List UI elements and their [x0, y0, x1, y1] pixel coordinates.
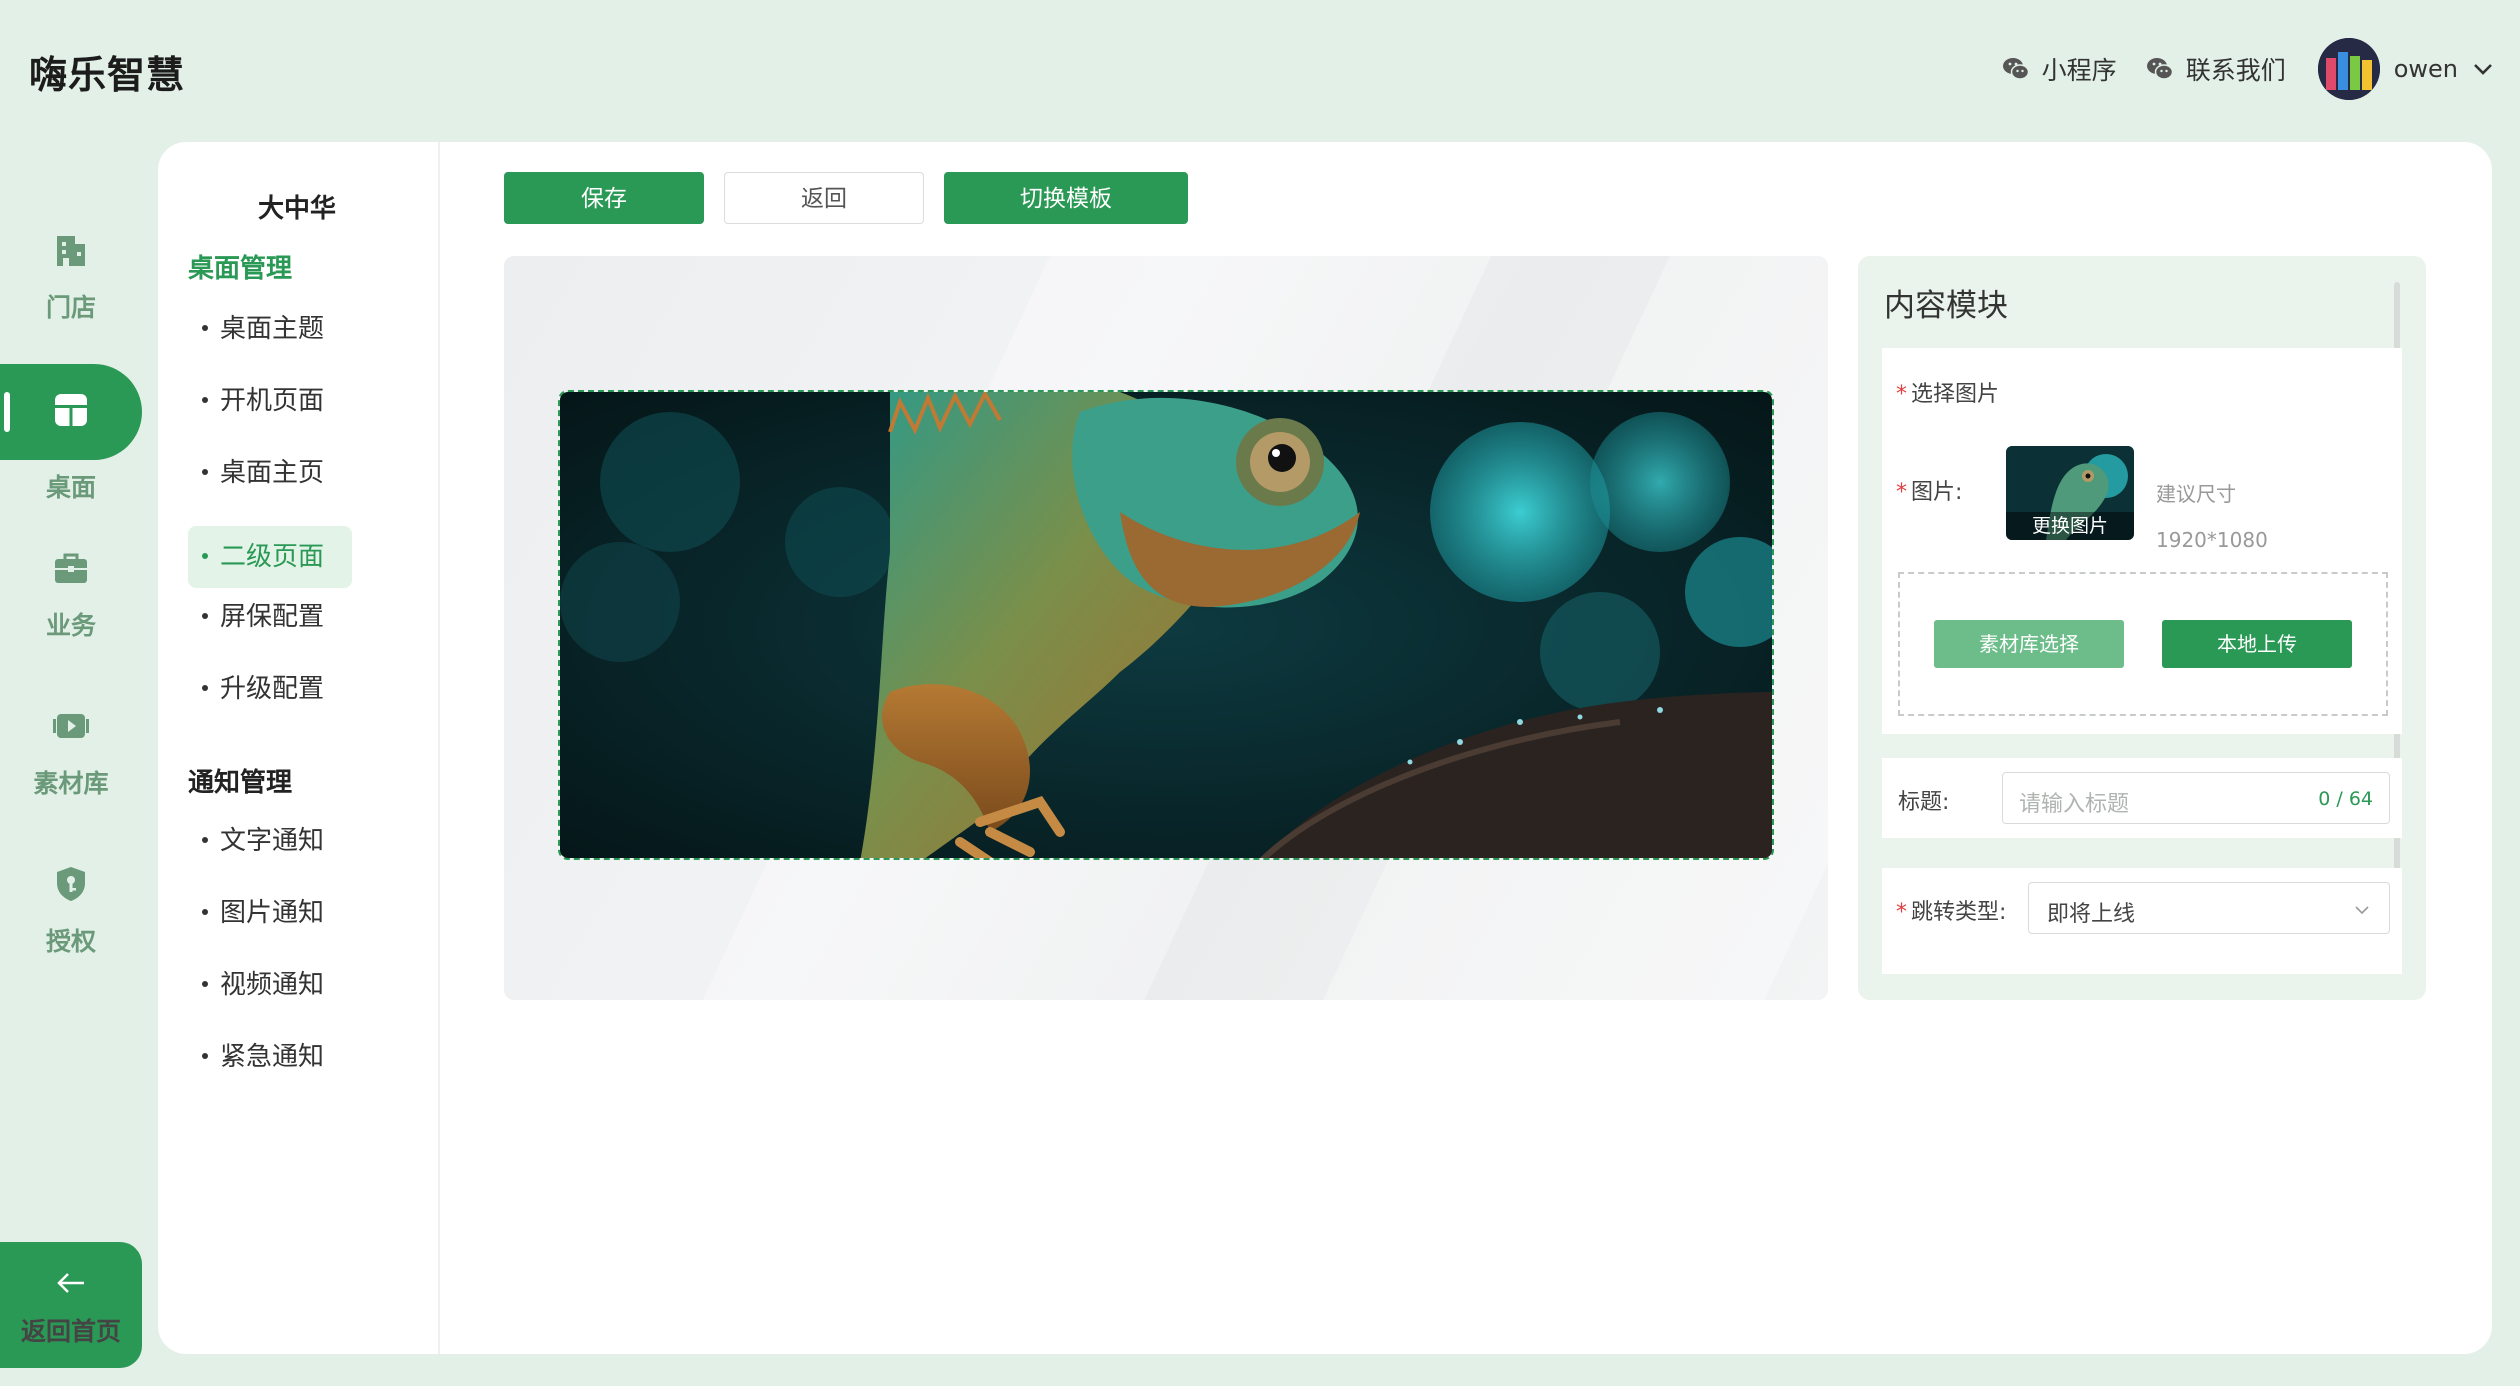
rail-label-library: 素材库 [33, 769, 109, 798]
jump-type-select[interactable]: 即将上线 [2028, 882, 2390, 934]
nav-item-label: 桌面主题 [220, 314, 325, 344]
preview-area [504, 256, 1828, 1000]
rail-item-business[interactable]: 业务 [0, 548, 142, 642]
group-title-notify: 通知管理 [188, 768, 293, 798]
nav-item-label: 紧急通知 [220, 1042, 325, 1072]
rail-item-auth[interactable]: 授权 [0, 864, 142, 958]
size-value: 1920*1080 [2156, 528, 2268, 552]
image-field-text: 图片: [1911, 480, 1963, 505]
wechat-icon [2146, 58, 2173, 80]
back-button[interactable]: 返回 [724, 172, 924, 224]
contact-link[interactable]: 联系我们 [2146, 51, 2286, 87]
image-field-label: * 图片: [1896, 474, 1962, 506]
library-select-button[interactable]: 素材库选择 [1934, 620, 2124, 668]
size-hint: 建议尺寸 [2156, 482, 2236, 506]
nav-item-secondary-page[interactable]: 二级页面 [188, 526, 352, 588]
header-actions: 小程序 联系我们 owen [1973, 38, 2496, 100]
change-image-label: 更换图片 [2006, 512, 2134, 540]
rail-label-desktop: 桌面 [45, 473, 96, 502]
image-thumbnail[interactable]: 更换图片 [2006, 446, 2134, 540]
mini-program-label: 小程序 [2041, 56, 2117, 85]
bullet-dot [202, 908, 208, 915]
bullet-dot [202, 324, 208, 331]
jump-type-text: 跳转类型: [1911, 900, 2007, 925]
nav-item-label: 升级配置 [220, 674, 325, 704]
app-title: 嗨乐智慧 [29, 53, 186, 97]
building-icon [57, 236, 85, 266]
save-button[interactable]: 保存 [504, 172, 704, 224]
user-name[interactable]: owen [2394, 55, 2458, 83]
nav-item-desktop-home[interactable]: 桌面主页 [188, 442, 352, 504]
title-char-count: 0 / 64 [2318, 788, 2373, 810]
required-mark: * [1896, 900, 1907, 925]
nav-item-desktop-theme[interactable]: 桌面主题 [188, 298, 352, 360]
rail-label-store: 门店 [45, 293, 96, 322]
shield-key-icon [57, 867, 85, 901]
video-library-icon [53, 714, 89, 738]
local-upload-button[interactable]: 本地上传 [2162, 620, 2352, 668]
jump-type-label: * 跳转类型: [1896, 894, 2006, 926]
store-name: 大中华 [258, 194, 337, 224]
chameleon-image [560, 392, 1772, 858]
chevron-down-icon[interactable] [2470, 56, 2496, 82]
select-image-text: 选择图片 [1911, 382, 2000, 407]
nav-item-boot-page[interactable]: 开机页面 [188, 370, 352, 432]
bullet-dot [202, 468, 208, 475]
mini-program-link[interactable]: 小程序 [2002, 51, 2117, 87]
group-title-desktop: 桌面管理 [188, 254, 293, 284]
required-mark: * [1896, 480, 1907, 505]
arrow-left-icon [57, 1273, 84, 1293]
contact-label: 联系我们 [2185, 56, 2286, 85]
bullet-dot [202, 684, 208, 691]
nav-item-text-notice[interactable]: 文字通知 [188, 810, 352, 872]
briefcase-icon [55, 553, 87, 583]
nav-item-label: 桌面主页 [220, 458, 325, 488]
image-card: * 选择图片 * 图片: 更换图片 建议尺寸 1920*1080 素材库选择 本地上… [1882, 348, 2402, 734]
bullet-dot [202, 396, 208, 403]
required-mark: * [1896, 382, 1907, 407]
panel-title: 内容模块 [1884, 288, 2008, 324]
main-card: 大中华 桌面管理 桌面主题 开机页面 桌面主页 二级页面 屏保配置 升级配置 通… [158, 142, 2492, 1354]
select-image-label: * 选择图片 [1896, 376, 1999, 408]
rail-item-library[interactable]: 素材库 [0, 706, 142, 800]
nav-item-label: 文字通知 [220, 826, 325, 856]
upload-area: 素材库选择 本地上传 [1898, 572, 2388, 716]
switch-template-button[interactable]: 切换模板 [944, 172, 1188, 224]
title-field-label: 标题: [1898, 790, 1950, 815]
nav-item-image-notice[interactable]: 图片通知 [188, 882, 352, 944]
chevron-down-icon [2355, 906, 2369, 915]
back-home-label: 返回首页 [20, 1317, 121, 1346]
bullet-dot [202, 1052, 208, 1059]
rail-item-store[interactable]: 门店 [0, 230, 142, 324]
bullet-dot [202, 980, 208, 987]
nav-item-screensaver[interactable]: 屏保配置 [188, 586, 352, 648]
wechat-icon [2002, 58, 2029, 80]
avatar[interactable] [2317, 38, 2380, 100]
nav-item-upgrade[interactable]: 升级配置 [188, 658, 352, 720]
desktop-layout-icon [55, 394, 87, 426]
content-panel: 内容模块 * 选择图片 * 图片: 更换图片 建议尺寸 1920*1080 素材库选… [1858, 256, 2426, 1000]
nav-item-urgent-notice[interactable]: 紧急通知 [188, 1026, 352, 1088]
nav-item-label: 视频通知 [220, 970, 325, 1000]
back-home-button[interactable]: 返回首页 [0, 1242, 142, 1368]
bullet-dot [202, 836, 208, 843]
rail-item-desktop[interactable]: 桌面 [0, 390, 142, 504]
bullet-dot [202, 612, 208, 619]
rail-label-business: 业务 [45, 611, 96, 640]
banner-image[interactable] [558, 390, 1774, 860]
nav-item-label: 屏保配置 [220, 602, 325, 632]
title-input[interactable]: 请输入标题 0 / 64 [2002, 772, 2390, 824]
sub-nav: 大中华 桌面管理 桌面主题 开机页面 桌面主页 二级页面 屏保配置 升级配置 通… [158, 142, 440, 1354]
jump-type-value: 即将上线 [2047, 902, 2136, 927]
title-card: 标题: 请输入标题 0 / 64 [1882, 758, 2402, 838]
nav-item-video-notice[interactable]: 视频通知 [188, 954, 352, 1016]
nav-item-label: 图片通知 [220, 898, 325, 928]
nav-item-label: 二级页面 [220, 542, 325, 572]
rail-label-auth: 授权 [45, 927, 96, 956]
nav-item-label: 开机页面 [220, 386, 325, 416]
bullet-dot [202, 552, 208, 559]
title-placeholder: 请输入标题 [2019, 792, 2130, 817]
jump-card: * 跳转类型: 即将上线 [1882, 868, 2402, 974]
